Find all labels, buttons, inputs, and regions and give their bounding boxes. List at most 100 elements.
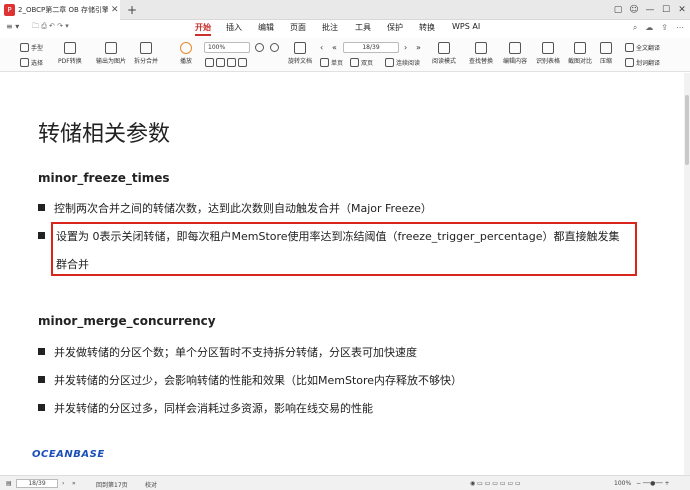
zoom-out-icon — [255, 43, 264, 52]
tab-edit[interactable]: 编辑 — [258, 22, 274, 33]
status-zoom[interactable]: 100% — [614, 480, 631, 487]
tab-protect[interactable]: 保护 — [387, 22, 403, 33]
close-window-icon[interactable]: ✕ — [674, 5, 690, 15]
ribbon-tabs: ≡ ▾ 🗀 ⎙ ↶ ↷ ▾ 开始 插入 编辑 页面 批注 工具 保护 转换 WP… — [0, 20, 690, 38]
double-page-button[interactable]: 双页 — [350, 58, 373, 67]
rotate-doc-button[interactable]: 旋转文档 — [288, 42, 312, 65]
page-number-input[interactable]: 18/39 — [343, 42, 399, 53]
zoom-out-button[interactable] — [255, 43, 264, 52]
compress-icon — [600, 42, 612, 54]
recognize-table-label: 识别表格 — [536, 58, 561, 65]
double-page-label: 双页 — [361, 60, 374, 67]
ribbon-right-icons: ⌕ ☁ ⇪ ⋯ — [633, 23, 684, 33]
hand-icon — [20, 43, 29, 52]
slide-title: 转储相关参数 — [38, 122, 171, 147]
bullet-text: 控制两次合并之间的转储次数，达到此次数则自动触发合并（Major Freeze） — [54, 202, 432, 215]
status-view-icons[interactable]: ◉ ▭ ▭ ▭ ▭ ▭ ▭ — [470, 480, 521, 487]
export-image-label: 输出为图片 — [96, 58, 127, 65]
prev-page-button[interactable]: ‹ — [320, 43, 323, 52]
word-translate-label: 划词翻译 — [636, 60, 661, 67]
minimize-icon[interactable]: — — [642, 5, 658, 15]
zoom-select[interactable]: 100% — [204, 42, 250, 53]
find-replace-button[interactable]: 查找替换 — [469, 42, 493, 65]
cloud-icon[interactable]: ☁ — [645, 23, 653, 33]
close-tab-icon[interactable]: ✕ — [111, 5, 119, 15]
bullet-marker — [38, 204, 45, 211]
document-tab[interactable]: P 2_OBCP第二章 OB 存储引擎... ✕ — [0, 0, 120, 20]
sidebar-toggle-icon[interactable]: ▤ — [6, 480, 12, 487]
back-to-page-link[interactable]: 回到第17页 — [96, 480, 128, 489]
status-page-input[interactable]: 18/39 — [16, 479, 58, 488]
tab-tools[interactable]: 工具 — [355, 22, 371, 33]
full-translate-label: 全文翻译 — [636, 45, 661, 52]
proofread-button[interactable]: 校对 — [145, 480, 157, 489]
status-last-icon[interactable]: » — [72, 480, 76, 487]
image-icon — [105, 42, 117, 54]
bullet-text: 并发转储的分区过少，会影响转储的性能和效果（比如MemStore内存释放不够快） — [54, 374, 463, 387]
single-page-icon — [320, 58, 329, 67]
pdf-convert-icon — [63, 42, 76, 54]
new-tab-icon[interactable]: + — [127, 3, 137, 17]
select-tool-button[interactable]: 选择 — [20, 58, 43, 67]
status-next-icon[interactable]: › — [62, 480, 64, 487]
single-page-label: 单页 — [331, 60, 344, 67]
pdf-convert-button[interactable]: PDF转换 — [58, 42, 82, 65]
single-page-button[interactable]: 单页 — [320, 58, 343, 67]
quick-access-icons[interactable]: 🗀 ⎙ ↶ ↷ ▾ — [32, 22, 69, 33]
continuous-label: 连续阅读 — [396, 60, 421, 67]
menu-icon[interactable]: ≡ ▾ — [6, 22, 19, 31]
scrollbar-thumb[interactable] — [685, 95, 689, 165]
tab-wps-ai[interactable]: WPS AI — [452, 22, 480, 31]
compress-button[interactable]: 压缩 — [600, 42, 612, 65]
find-replace-label: 查找替换 — [469, 58, 494, 65]
read-mode-label: 阅读模式 — [432, 58, 457, 65]
next-page-button[interactable]: › — [404, 43, 407, 52]
pdf-convert-label: PDF转换 — [58, 58, 82, 65]
fit-width-icon — [216, 58, 225, 67]
next-page-icon: › — [404, 43, 408, 52]
zoom-in-button[interactable] — [270, 43, 279, 52]
more-icon[interactable]: ⋯ — [676, 23, 684, 33]
tab-convert[interactable]: 转换 — [419, 22, 435, 33]
play-button[interactable]: 播放 — [180, 42, 192, 65]
full-translate-button[interactable]: 全文翻译 — [625, 43, 660, 52]
play-icon — [180, 42, 192, 54]
recognize-table-button[interactable]: 识别表格 — [536, 42, 560, 65]
bullet-text: 并发转储的分区过多，同样会消耗过多资源，影响在线交易的性能 — [54, 402, 373, 415]
word-translate-button[interactable]: 划词翻译 — [625, 58, 660, 67]
highlight-annotation-box[interactable] — [51, 222, 637, 276]
window-controls: ▢ ☺ — ☐ ✕ — [610, 0, 690, 20]
first-page-icon: « — [332, 43, 337, 52]
edit-content-button[interactable]: 编辑内容 — [503, 42, 527, 65]
section-heading-freeze: minor_freeze_times — [38, 171, 170, 185]
view-icons[interactable] — [205, 58, 247, 67]
word-translate-icon — [625, 58, 634, 67]
share-icon[interactable]: ⇪ — [661, 23, 668, 33]
last-page-icon: » — [416, 43, 421, 52]
pdf-file-icon: P — [4, 4, 15, 16]
maximize-icon[interactable]: ☐ — [658, 5, 674, 15]
first-page-button[interactable]: « — [332, 43, 337, 52]
screenshot-compare-button[interactable]: 截图对比 — [568, 42, 592, 65]
export-image-button[interactable]: 输出为图片 — [96, 42, 126, 65]
read-mode-button[interactable]: 阅读模式 — [432, 42, 456, 65]
document-tab-title: 2_OBCP第二章 OB 存储引擎... — [18, 6, 108, 14]
tab-start[interactable]: 开始 — [195, 22, 211, 36]
user-icon[interactable]: ☺ — [626, 5, 642, 15]
search-icon[interactable]: ⌕ — [633, 23, 637, 33]
oceanbase-logo: OCEANBASE — [32, 449, 105, 460]
last-page-button[interactable]: » — [416, 43, 421, 52]
tab-page[interactable]: 页面 — [290, 22, 306, 33]
tab-insert[interactable]: 插入 — [226, 22, 242, 33]
bullet-text: 并发做转储的分区个数；单个分区暂时不支持拆分转储，分区表可加快速度 — [54, 346, 417, 359]
bullet-marker — [38, 404, 45, 411]
hand-tool-button[interactable]: 手型 — [20, 43, 43, 52]
continuous-read-button[interactable]: 连续阅读 — [385, 58, 420, 67]
split-merge-button[interactable]: 拆分合并 — [134, 42, 158, 65]
find-icon — [475, 42, 487, 54]
tab-comment[interactable]: 批注 — [322, 22, 338, 33]
status-zoom-controls[interactable]: − ──●── + — [636, 480, 670, 487]
compress-label: 压缩 — [600, 58, 613, 65]
grid-icon — [227, 58, 236, 67]
restore-icon[interactable]: ▢ — [610, 5, 626, 15]
